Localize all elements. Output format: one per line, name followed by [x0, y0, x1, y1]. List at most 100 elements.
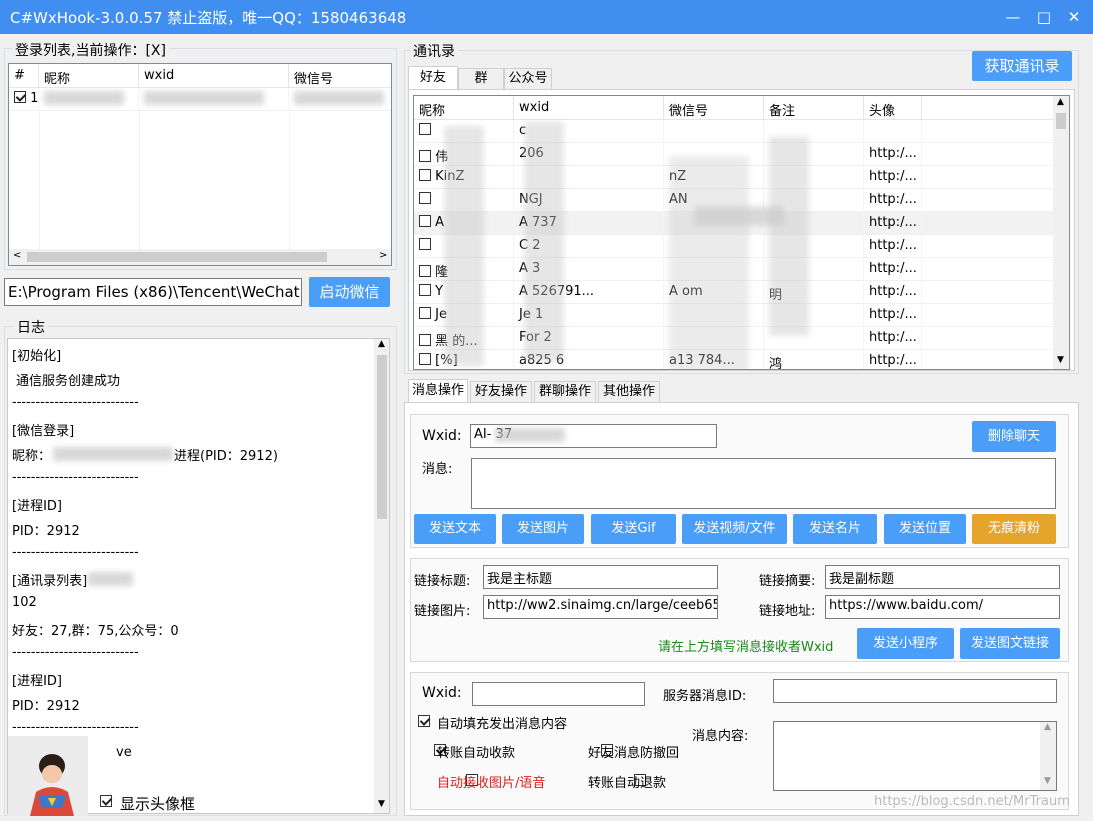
send-mini-program-button[interactable]: 发送小程序 — [857, 628, 954, 659]
contact-avatar: http:/... — [869, 353, 917, 368]
msg-content-input[interactable]: ▲ ▼ — [773, 721, 1057, 791]
tab-official[interactable]: 公众号 — [504, 68, 552, 90]
contacts-table[interactable]: 昵称 wxid 微信号 备注 头像 c 伟 206 http:/... KinZ nZ… — [413, 95, 1070, 370]
contacts-vscroll[interactable]: ▲ ▼ — [1053, 96, 1069, 369]
contact-avatar: http:/... — [869, 284, 917, 299]
tab-groups[interactable]: 群 — [458, 68, 504, 90]
contact-avatar: http:/... — [869, 146, 917, 161]
message-input[interactable] — [471, 458, 1056, 509]
log-line: [进程ID] — [12, 674, 62, 689]
link-summary-input[interactable]: 我是副标题 — [825, 565, 1060, 589]
link-url-input[interactable]: https://www.baidu.com/ — [825, 595, 1060, 619]
col-wxno[interactable]: 微信号 — [289, 64, 391, 87]
msg-content-label: 消息内容: — [692, 729, 749, 744]
send-video-file-button[interactable]: 发送视频/文件 — [682, 514, 787, 544]
contact-checkbox[interactable] — [419, 307, 431, 319]
log-line: 进程(PID：2912) — [174, 449, 278, 464]
tab-friend-ops[interactable]: 好友操作 — [470, 381, 532, 403]
contact-row[interactable]: c — [414, 120, 1054, 143]
contact-avatar: http:/... — [869, 169, 917, 184]
contact-nick: A — [435, 215, 445, 230]
auto-image-label: 自动接收图片/语音 — [437, 776, 546, 791]
send-link-button[interactable]: 发送图文链接 — [960, 628, 1060, 659]
auto-fill-checkbox[interactable] — [418, 715, 430, 727]
log-line: 昵称： — [12, 449, 52, 464]
col-wxid[interactable]: wxid — [139, 64, 289, 87]
link-image-input[interactable]: http://ww2.sinaimg.cn/large/ceeb653 — [483, 595, 718, 619]
col-nick[interactable]: 昵称 — [39, 64, 139, 87]
col-index[interactable]: # — [9, 64, 39, 87]
send-gif-button[interactable]: 发送Gif — [591, 514, 676, 544]
login-row-checkbox[interactable] — [14, 91, 26, 103]
contact-nick: Y — [435, 284, 444, 299]
contact-cell-avatar: http:/... — [864, 166, 922, 188]
contact-checkbox[interactable] — [419, 238, 431, 250]
show-avatar-checkbox[interactable] — [100, 795, 112, 807]
log-line: 102 — [12, 595, 37, 610]
login-hscroll[interactable]: < > — [9, 249, 391, 265]
log-line: --------------------------- — [12, 545, 139, 560]
close-button[interactable]: ✕ — [1063, 6, 1085, 28]
contact-cell-avatar: http:/... — [864, 281, 922, 303]
tab-other-ops[interactable]: 其他操作 — [598, 381, 660, 403]
delete-chat-button[interactable]: 删除聊天 — [972, 421, 1056, 452]
login-table[interactable]: # 昵称 wxid 微信号 1 < > — [8, 63, 392, 266]
silent-clean-button[interactable]: 无痕清粉 — [972, 514, 1056, 544]
wechat-path-input[interactable]: E:\Program Files (x86)\Tencent\WeChat — [4, 278, 302, 306]
contact-checkbox[interactable] — [419, 334, 431, 346]
tab-friends[interactable]: 好友 — [408, 66, 458, 90]
contact-avatar: http:/... — [869, 238, 917, 253]
contact-avatar: http:/... — [869, 261, 917, 276]
show-avatar-frame[interactable]: 显示头像框 — [96, 791, 208, 813]
auto-receive-label: 转账自动收款 — [437, 746, 516, 761]
contact-checkbox[interactable] — [419, 215, 431, 227]
contact-cell-remark: 鸿 — [764, 350, 864, 369]
send-image-button[interactable]: 发送图片 — [502, 514, 584, 544]
contact-checkbox[interactable] — [419, 150, 431, 162]
link-image-label: 链接图片: — [414, 604, 471, 619]
col-wxid[interactable]: wxid — [514, 96, 664, 119]
auto-refund-label: 转账自动退款 — [588, 776, 667, 791]
send-location-button[interactable]: 发送位置 — [884, 514, 966, 544]
minimize-button[interactable]: — — [1002, 6, 1024, 28]
contact-checkbox[interactable] — [419, 169, 431, 181]
log-line: [微信登录] — [12, 424, 75, 439]
contact-checkbox[interactable] — [419, 353, 431, 365]
contact-checkbox[interactable] — [419, 284, 431, 296]
fetch-contacts-button[interactable]: 获取通讯录 — [972, 51, 1072, 81]
contact-checkbox[interactable] — [419, 265, 431, 277]
log-vscroll[interactable]: ▲ ▼ — [374, 339, 389, 813]
maximize-button[interactable]: □ — [1033, 6, 1055, 28]
watermark: https://blog.csdn.net/MrTraum — [874, 794, 1070, 809]
contact-cell-avatar: http:/... — [864, 304, 922, 326]
contact-cell-avatar — [864, 120, 922, 142]
avatar — [8, 736, 88, 816]
contact-cell-avatar: http:/... — [864, 212, 922, 234]
contact-cell-wxno — [664, 120, 764, 142]
title-bar: C#WxHook-3.0.0.57 禁止盗版，唯一QQ：1580463648 —… — [0, 0, 1093, 34]
col-wxno[interactable]: 微信号 — [664, 96, 764, 119]
contact-cell-avatar: http:/... — [864, 235, 922, 257]
col-avatar[interactable]: 头像 — [864, 96, 922, 119]
link-title-label: 链接标题: — [414, 574, 471, 589]
contact-checkbox[interactable] — [419, 123, 431, 135]
link-summary-label: 链接摘要: — [759, 574, 816, 589]
send-text-button[interactable]: 发送文本 — [414, 514, 496, 544]
link-title-input[interactable]: 我是主标题 — [483, 565, 718, 589]
tab-msg-ops[interactable]: 消息操作 — [408, 379, 468, 403]
avatar-image — [8, 736, 88, 816]
send-card-button[interactable]: 发送名片 — [793, 514, 877, 544]
col-nick[interactable]: 昵称 — [414, 96, 514, 119]
server-wxid-input[interactable] — [472, 682, 645, 706]
log-line: --------------------------- — [12, 720, 139, 735]
login-row[interactable]: 1 — [9, 88, 391, 111]
start-wechat-button[interactable]: 启动微信 — [309, 277, 390, 307]
message-label: 消息: — [422, 462, 453, 477]
contact-cell-avatar: http:/... — [864, 327, 922, 349]
server-msgid-input[interactable] — [773, 679, 1057, 703]
show-avatar-label: 显示头像框 — [120, 795, 196, 813]
contact-cell-avatar: http:/... — [864, 189, 922, 211]
col-remark[interactable]: 备注 — [764, 96, 864, 119]
contact-checkbox[interactable] — [419, 192, 431, 204]
tab-group-ops[interactable]: 群聊操作 — [534, 381, 596, 403]
